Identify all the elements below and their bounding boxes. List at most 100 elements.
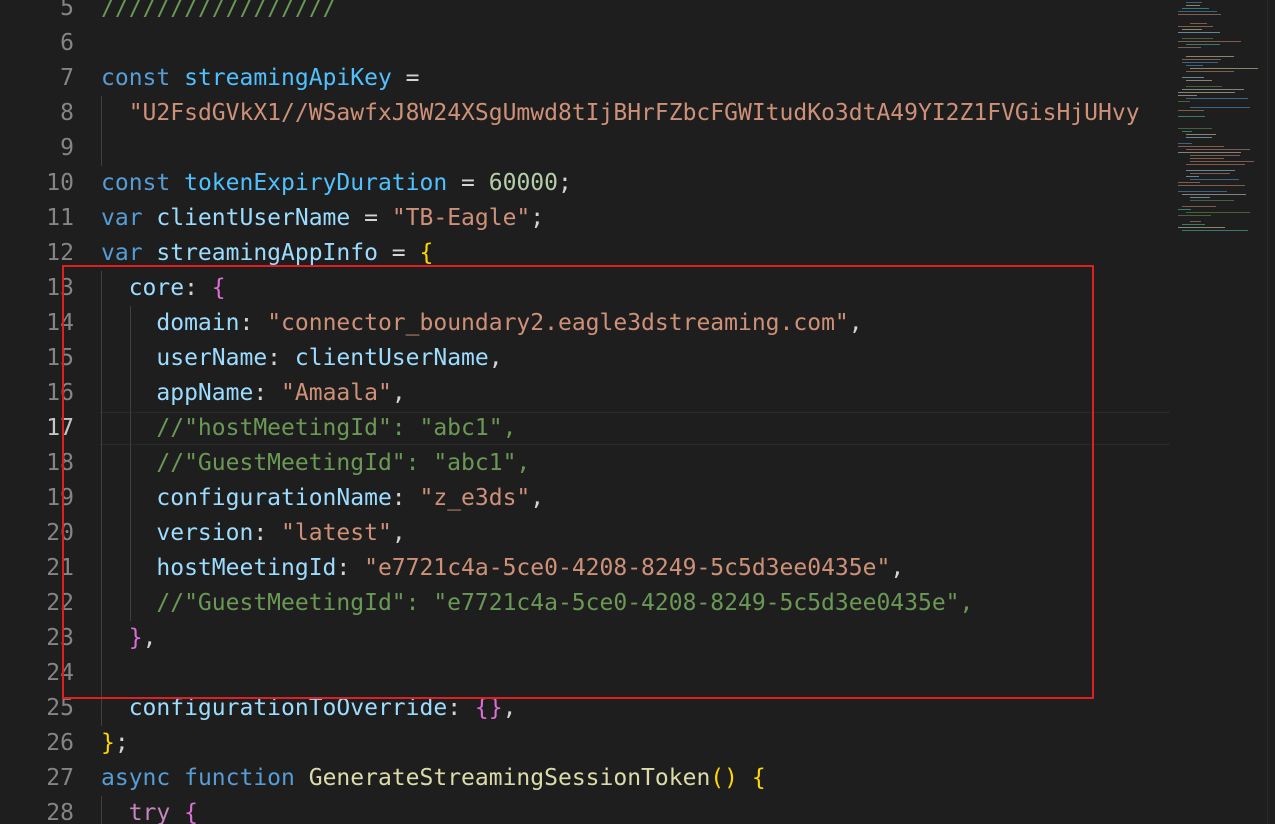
minimap-line xyxy=(1178,215,1211,216)
code-token: : xyxy=(447,695,475,721)
code-line[interactable]: 23 }, xyxy=(0,621,1170,656)
code-line[interactable]: 27 async function GenerateStreamingSessio… xyxy=(0,761,1170,796)
code-line[interactable]: 25 configurationToOverride: {}, xyxy=(0,691,1170,726)
minimap-line xyxy=(1190,161,1254,162)
code-token: { xyxy=(211,275,226,301)
code-text[interactable]: hostMeetingId: "e7721c4a-5ce0-4208-8249-… xyxy=(101,551,904,586)
minimap-line xyxy=(1186,44,1220,45)
line-number: 11 xyxy=(46,205,74,231)
code-line[interactable]: 11 var clientUserName = "TB-Eagle"; xyxy=(0,201,1170,236)
code-line[interactable]: 6 xyxy=(0,26,1170,61)
minimap-line xyxy=(1190,173,1230,174)
code-token: , xyxy=(530,485,545,511)
code-text[interactable]: var streamingAppInfo = { xyxy=(101,236,433,271)
minimap-line xyxy=(1178,182,1200,183)
code-line[interactable]: 10 const tokenExpiryDuration = 60000; xyxy=(0,166,1170,201)
code-line[interactable]: 21 hostMeetingId: "e7721c4a-5ce0-4208-82… xyxy=(0,551,1170,586)
vertical-scrollbar[interactable] xyxy=(1267,0,1275,824)
indent-guide xyxy=(130,306,131,621)
code-line[interactable]: 19 configurationName: "z_e3ds", xyxy=(0,481,1170,516)
code-line[interactable]: 16 appName: "Amaala", xyxy=(0,376,1170,411)
code-text[interactable]: const streamingApiKey = xyxy=(101,61,420,96)
code-token: const xyxy=(101,65,185,91)
code-line[interactable]: 22 //"GuestMeetingId": "e7721c4a-5ce0-42… xyxy=(0,586,1170,621)
code-line[interactable]: 26}; xyxy=(0,726,1170,761)
minimap-line xyxy=(1178,92,1235,93)
minimap-line xyxy=(1178,47,1201,48)
minimap-line xyxy=(1178,191,1227,192)
code-text[interactable]: const tokenExpiryDuration = 60000; xyxy=(101,166,572,201)
code-text[interactable]: }; xyxy=(101,726,129,761)
code-line[interactable]: 8 "U2FsdGVkX1//WSawfxJ8W24XSgUmwd8tIjBHr… xyxy=(0,96,1170,131)
code-token: , xyxy=(488,345,503,371)
code-line[interactable]: 13 core: { xyxy=(0,271,1170,306)
line-number: 12 xyxy=(46,240,74,266)
code-token: { xyxy=(751,765,766,791)
minimap-line xyxy=(1186,176,1199,177)
code-token: var xyxy=(101,240,157,266)
code-line[interactable]: 15 userName: clientUserName, xyxy=(0,341,1170,376)
code-line[interactable]: 12 var streamingAppInfo = { xyxy=(0,236,1170,271)
line-number: 7 xyxy=(60,65,74,91)
code-text[interactable]: //"GuestMeetingId": "e7721c4a-5ce0-4208-… xyxy=(101,586,973,621)
minimap-line xyxy=(1178,11,1217,12)
code-token: const xyxy=(101,170,185,196)
code-line[interactable]: 5 ///////////////// xyxy=(0,0,1170,26)
code-token: , xyxy=(848,310,863,336)
code-text[interactable]: async function GenerateStreamingSessionT… xyxy=(101,761,766,796)
code-text[interactable]: //"hostMeetingId": "abc1", xyxy=(101,411,516,446)
code-token: domain xyxy=(101,310,240,336)
code-line[interactable]: 17 //"hostMeetingId": "abc1", xyxy=(0,411,1170,446)
code-line[interactable]: 20 version: "latest", xyxy=(0,516,1170,551)
code-token: : xyxy=(253,520,282,546)
code-token: streamingApiKey xyxy=(184,65,392,91)
minimap-line xyxy=(1182,224,1205,225)
minimap-line xyxy=(1182,89,1244,90)
code-token: : xyxy=(253,380,282,406)
code-token: version xyxy=(101,520,254,546)
minimap-line xyxy=(1190,221,1201,222)
code-text[interactable]: domain: "connector_boundary2.eagle3dstre… xyxy=(101,306,863,341)
code-text[interactable]: userName: clientUserName, xyxy=(101,341,503,376)
code-text[interactable]: ///////////////// xyxy=(101,0,336,26)
minimap-line xyxy=(1182,29,1202,30)
code-token: clientUserName xyxy=(156,205,351,231)
minimap-line xyxy=(1178,95,1197,96)
line-number: 24 xyxy=(46,660,74,686)
code-token: ///////////////// xyxy=(101,0,337,21)
line-number: 18 xyxy=(46,450,74,476)
code-token: core xyxy=(101,275,185,301)
code-editor[interactable]: 5 ///////////////// 6 7 const streamingApiKe… xyxy=(0,0,1275,824)
code-text[interactable]: configurationToOverride: {}, xyxy=(101,691,517,726)
minimap-line xyxy=(1190,179,1239,180)
code-text[interactable]: //"GuestMeetingId": "abc1", xyxy=(101,446,530,481)
code-text[interactable]: var clientUserName = "TB-Eagle"; xyxy=(101,201,544,236)
code-token: function xyxy=(184,765,309,791)
code-text[interactable]: core: { xyxy=(101,271,226,306)
code-line[interactable]: 24 xyxy=(0,656,1170,691)
minimap-line xyxy=(1186,137,1212,138)
code-token: "latest" xyxy=(281,520,392,546)
code-token: "U2FsdGVkX1//WSawfxJ8W24XSgUmwd8tIjBHrFZ… xyxy=(128,100,1140,126)
code-token: } xyxy=(128,625,143,651)
code-line[interactable]: 14 domain: "connector_boundary2.eagle3ds… xyxy=(0,306,1170,341)
code-token: : xyxy=(391,485,420,511)
code-line[interactable]: 7 const streamingApiKey = xyxy=(0,61,1170,96)
code-line[interactable]: 18 //"GuestMeetingId": "abc1", xyxy=(0,446,1170,481)
code-line[interactable]: 28 try { xyxy=(0,796,1170,824)
minimap-line xyxy=(1182,230,1248,231)
code-text[interactable]: appName: "Amaala", xyxy=(101,376,405,411)
minimap-line xyxy=(1178,26,1213,27)
code-line[interactable]: 9 xyxy=(0,131,1170,166)
code-token: //"hostMeetingId": "abc1", xyxy=(101,415,517,441)
code-text[interactable]: }, xyxy=(101,621,157,656)
minimap[interactable] xyxy=(1172,0,1275,824)
code-token: : xyxy=(239,310,268,336)
minimap-line xyxy=(1190,158,1224,159)
code-text[interactable]: version: "latest", xyxy=(101,516,405,551)
code-text[interactable]: "U2FsdGVkX1//WSawfxJ8W24XSgUmwd8tIjBHrFZ… xyxy=(101,96,1140,131)
line-number: 21 xyxy=(46,555,74,581)
code-text[interactable]: try { xyxy=(101,796,198,824)
code-text[interactable]: configurationName: "z_e3ds", xyxy=(101,481,544,516)
minimap-line xyxy=(1186,134,1216,135)
